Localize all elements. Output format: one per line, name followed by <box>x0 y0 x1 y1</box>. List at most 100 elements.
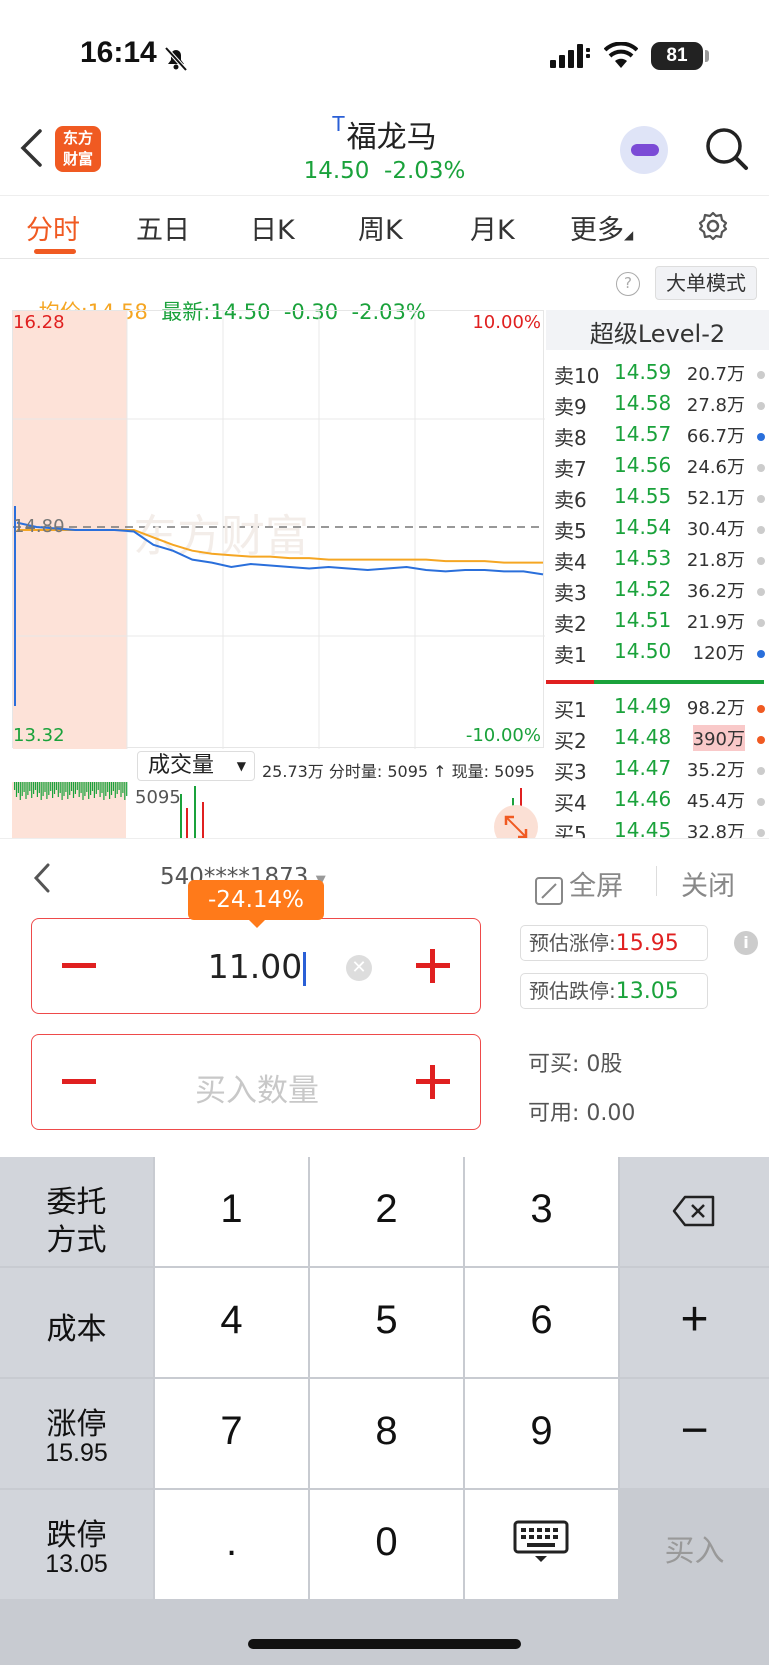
order-level-price: 14.57 <box>614 422 672 446</box>
ask-row[interactable]: 卖9 14.58 27.8万 <box>554 391 769 422</box>
key-1[interactable]: 1 <box>155 1157 308 1266</box>
order-level-price: 14.53 <box>614 546 672 570</box>
tab-more[interactable]: 更多◢ <box>570 208 633 247</box>
key-buy[interactable]: 买入 <box>620 1490 769 1599</box>
ask-row[interactable]: 卖10 14.59 20.7万 <box>554 360 769 391</box>
big-order-mode-button[interactable]: 大单模式 <box>655 266 757 300</box>
est-up-label: 预估涨停: <box>529 931 616 955</box>
tab-daily-k[interactable]: 日K <box>250 208 295 247</box>
key-8[interactable]: 8 <box>310 1379 463 1488</box>
tab-monthly-k[interactable]: 月K <box>470 208 515 247</box>
volume-bar <box>46 782 48 799</box>
key-0[interactable]: 0 <box>310 1490 463 1599</box>
key-5[interactable]: 5 <box>310 1268 463 1377</box>
intraday-chart[interactable]: 东方财富 16.28 10.00% 14.80 13.32 -10.00% <box>12 310 545 749</box>
level2-title[interactable]: 超级Level-2 <box>546 314 769 349</box>
order-level-volume: 66.7万 <box>686 426 745 447</box>
order-level-label: 卖4 <box>554 550 587 574</box>
gear-icon[interactable] <box>697 210 729 242</box>
key-hide-keyboard[interactable] <box>465 1490 618 1599</box>
ask-row[interactable]: 卖5 14.54 30.4万 <box>554 515 769 546</box>
volume-bar <box>105 782 107 796</box>
order-level-price: 14.54 <box>614 515 672 539</box>
bid-row[interactable]: 买4 14.46 45.4万 <box>554 787 769 818</box>
volume-bar <box>97 782 99 790</box>
key-plus[interactable]: + <box>620 1268 769 1377</box>
volume-bar <box>88 782 90 799</box>
key-minus[interactable]: − <box>620 1379 769 1488</box>
fullscreen-icon <box>535 876 563 905</box>
volume-bar <box>17 782 19 793</box>
bid-row[interactable]: 买1 14.49 98.2万 <box>554 694 769 725</box>
price-field[interactable]: 11.00 ✕ <box>31 918 481 1014</box>
key-3[interactable]: 3 <box>465 1157 618 1266</box>
price-input[interactable]: 11.00 <box>32 947 482 986</box>
key-4-label: 4 <box>220 1298 243 1342</box>
quantity-field[interactable]: 买入数量 <box>31 1034 481 1130</box>
info-icon[interactable]: i <box>734 931 758 955</box>
volume-selector[interactable]: 成交量 ▼ <box>137 751 255 781</box>
order-level-price: 14.50 <box>614 639 672 663</box>
order-level-volume: 52.1万 <box>686 488 745 509</box>
volume-bar <box>33 782 35 794</box>
key-order-type[interactable]: 委托 方式 <box>0 1157 153 1266</box>
battery-indicator: 81 <box>651 42 703 70</box>
volume-bar <box>103 782 105 800</box>
ask-row[interactable]: 卖2 14.51 21.9万 <box>554 608 769 639</box>
order-level-volume: 36.2万 <box>686 581 745 602</box>
order-level-volume: 21.9万 <box>686 612 745 633</box>
key-cost[interactable]: 成本 <box>0 1268 153 1377</box>
key-dot[interactable]: . <box>155 1490 308 1599</box>
key-limit-up[interactable]: 涨停 15.95 <box>0 1379 153 1488</box>
ask-row[interactable]: 卖8 14.57 66.7万 <box>554 422 769 453</box>
panel-back-icon[interactable] <box>32 862 52 894</box>
est-down-value: 13.05 <box>615 979 679 1004</box>
help-icon[interactable]: ? <box>616 272 640 296</box>
key-3-label: 3 <box>530 1187 553 1231</box>
ask-row[interactable]: 卖6 14.55 52.1万 <box>554 484 769 515</box>
clear-icon[interactable]: ✕ <box>346 955 372 981</box>
tab-five-day[interactable]: 五日 <box>136 208 190 247</box>
close-button[interactable]: 关闭 <box>681 864 735 903</box>
search-icon[interactable] <box>704 126 750 172</box>
volume-bar <box>72 782 75 798</box>
prev-close-label: 14.80 <box>13 516 65 537</box>
fullscreen-button[interactable]: 全屏 <box>534 864 623 906</box>
quantity-input[interactable]: 买入数量 <box>32 1065 482 1110</box>
ask-row[interactable]: 卖1 14.50 120万 <box>554 639 769 670</box>
ask-row[interactable]: 卖3 14.52 36.2万 <box>554 577 769 608</box>
tab-intraday[interactable]: 分时 <box>26 208 80 247</box>
order-flag-dot <box>757 798 765 806</box>
key-5-label: 5 <box>375 1298 398 1342</box>
price-pct-badge: -24.14% <box>188 880 324 920</box>
est-limit-down: 预估跌停:13.05 <box>520 973 708 1009</box>
bid-row[interactable]: 买2 14.48 390万 <box>554 725 769 756</box>
text-cursor <box>303 951 307 986</box>
key-backspace[interactable] <box>620 1157 769 1266</box>
volume-bar <box>74 782 76 794</box>
volume-bar <box>19 782 21 800</box>
key-9[interactable]: 9 <box>465 1379 618 1488</box>
chart-tab-bar: 分时 五日 日K 周K 月K 更多◢ <box>0 195 769 259</box>
volume-bar <box>71 782 73 791</box>
ask-row[interactable]: 卖7 14.56 24.6万 <box>554 453 769 484</box>
volume-bar <box>52 782 54 798</box>
order-level-volume: 98.2万 <box>686 698 745 719</box>
volume-bar <box>53 782 56 794</box>
order-level-price: 14.59 <box>614 360 672 384</box>
key-6[interactable]: 6 <box>465 1268 618 1377</box>
order-flag-dot <box>757 650 765 658</box>
dropdown-icon: ▼ <box>236 759 246 773</box>
est-down-label: 预估跌停: <box>529 979 616 1003</box>
key-limit-down[interactable]: 跌停 13.05 <box>0 1490 153 1599</box>
key-4[interactable]: 4 <box>155 1268 308 1377</box>
bid-row[interactable]: 买3 14.47 35.2万 <box>554 756 769 787</box>
key-2[interactable]: 2 <box>310 1157 463 1266</box>
tab-weekly-k[interactable]: 周K <box>358 208 403 247</box>
order-level-label: 卖5 <box>554 519 587 543</box>
volume-bar <box>31 782 33 798</box>
key-7[interactable]: 7 <box>155 1379 308 1488</box>
volume-bar <box>44 782 46 792</box>
ask-row[interactable]: 卖4 14.53 21.8万 <box>554 546 769 577</box>
volume-bar <box>99 782 101 797</box>
